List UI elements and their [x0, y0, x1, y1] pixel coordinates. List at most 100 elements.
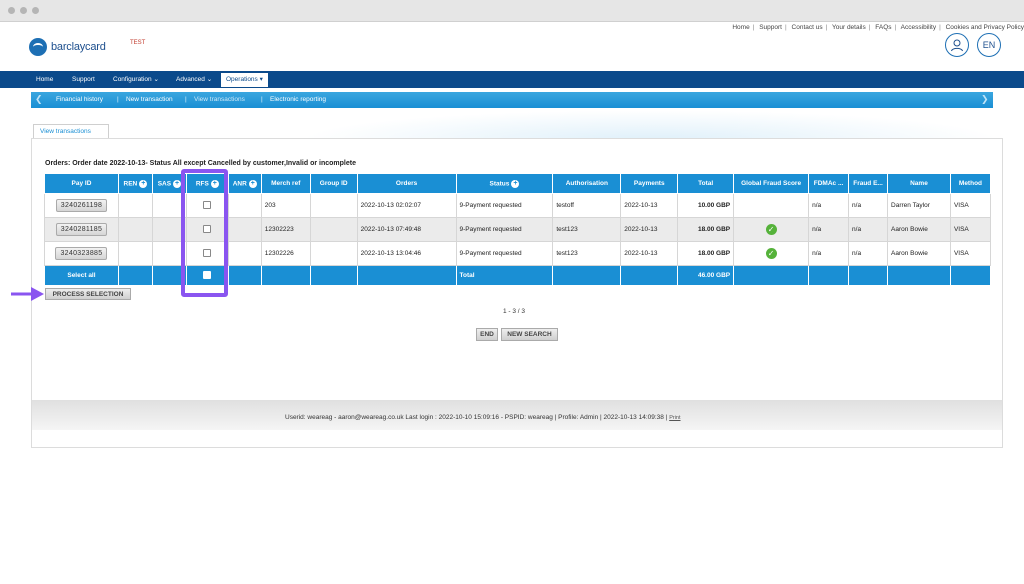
- payments-cell: 2022-10-13: [620, 193, 679, 218]
- top-link-cookies[interactable]: Cookies and Privacy Policy: [946, 24, 1024, 31]
- pager-text: 1 - 3 / 3: [503, 308, 526, 315]
- total-cell: 18.00 GBP: [677, 217, 735, 242]
- col-merch-ref[interactable]: Merch ref: [260, 173, 311, 194]
- subnav-prev-icon[interactable]: ❮: [35, 94, 43, 105]
- pay-id-cell: 3240281185: [44, 217, 119, 242]
- col-sas-label: SAS: [157, 180, 172, 188]
- pay-id-cell: 3240261198: [44, 193, 119, 218]
- orders-cell: 2022-10-13 07:49:48: [356, 217, 457, 242]
- fdmac-cell: n/a: [808, 193, 850, 218]
- brand-logo[interactable]: barclaycard: [29, 37, 106, 57]
- col-global-fraud-score[interactable]: Global Fraud Score: [733, 173, 810, 194]
- top-link-accessibility[interactable]: Accessibility: [901, 24, 936, 31]
- col-authorisation[interactable]: Authorisation: [552, 173, 622, 194]
- select-all-link[interactable]: Select all: [44, 265, 119, 286]
- ren-cell: [117, 193, 153, 218]
- plus-icon[interactable]: +: [248, 179, 257, 188]
- footer-status-bar: Userid: weareag - aaron@weareag.co.uk La…: [32, 400, 1002, 430]
- user-icon: [951, 39, 963, 52]
- sub-nav: ❮ Financial history | New transaction | …: [31, 92, 993, 108]
- nav-configuration[interactable]: Configuration ⌄: [108, 71, 164, 88]
- col-ren-label: REN: [123, 180, 138, 188]
- col-fraud-expert[interactable]: Fraud E...: [848, 173, 889, 194]
- col-name[interactable]: Name: [887, 173, 951, 194]
- status-cell: 9-Payment requested: [455, 241, 554, 266]
- ren-cell: [117, 217, 153, 242]
- nav-advanced[interactable]: Advanced ⌄: [171, 71, 217, 88]
- plus-icon[interactable]: +: [139, 179, 148, 188]
- top-link-faqs[interactable]: FAQs: [875, 24, 891, 31]
- col-ren[interactable]: REN +: [117, 173, 153, 194]
- subnav-new-transaction[interactable]: New transaction: [126, 92, 173, 108]
- group-id-cell: [309, 241, 358, 266]
- payments-cell: 2022-10-13: [620, 217, 679, 242]
- end-button[interactable]: END: [476, 328, 498, 341]
- process-selection-button[interactable]: PROCESS SELECTION: [45, 288, 131, 300]
- total-label: Total: [455, 265, 554, 286]
- col-payments[interactable]: Payments: [620, 173, 679, 194]
- window-zoom-dot[interactable]: [32, 7, 39, 14]
- subnav-next-icon[interactable]: ❯: [981, 94, 989, 105]
- col-anr[interactable]: ANR +: [227, 173, 262, 194]
- arrow-right-annotation-icon: [11, 287, 44, 301]
- brand-name: barclaycard: [51, 41, 106, 53]
- user-profile-button[interactable]: [945, 33, 969, 57]
- anr-cell: [227, 193, 262, 218]
- plus-icon[interactable]: +: [173, 179, 182, 188]
- total-cell: 18.00 GBP: [677, 241, 735, 266]
- grand-total-value: 46.00 GBP: [677, 265, 735, 286]
- subnav-view-transactions[interactable]: View transactions: [194, 92, 245, 108]
- browser-chrome: [0, 0, 1024, 22]
- pay-id-button[interactable]: 3240261198: [55, 199, 108, 212]
- subnav-financial-history[interactable]: Financial history: [56, 92, 103, 108]
- fraud-score-cell: ✓: [733, 241, 810, 266]
- new-search-button[interactable]: NEW SEARCH: [501, 328, 558, 341]
- subnav-electronic-reporting[interactable]: Electronic reporting: [270, 92, 326, 108]
- tab-view-transactions[interactable]: View transactions: [33, 124, 109, 138]
- authorisation-cell: test123: [552, 241, 622, 266]
- top-link-contact[interactable]: Contact us: [792, 24, 823, 31]
- col-fdmac[interactable]: FDMAc ...: [808, 173, 850, 194]
- merch-ref-cell: 12302226: [260, 241, 311, 266]
- method-cell: VISA: [949, 217, 992, 242]
- nav-operations[interactable]: Operations ▾: [221, 73, 268, 87]
- name-cell: Darren Taylor: [887, 193, 951, 218]
- print-link[interactable]: Print: [669, 415, 680, 421]
- col-status-label: Status: [489, 180, 510, 188]
- fraud-expert-cell: n/a: [848, 217, 889, 242]
- top-link-home[interactable]: Home: [732, 24, 749, 31]
- window-close-dot[interactable]: [8, 7, 15, 14]
- pay-id-button[interactable]: 3240323885: [55, 247, 108, 260]
- check-circle-icon: ✓: [765, 248, 777, 259]
- col-anr-label: ANR: [232, 180, 247, 188]
- env-badge: TEST: [130, 40, 146, 46]
- orders-title: Orders: Order date 2022-10-13- Status Al…: [45, 160, 356, 167]
- nav-support[interactable]: Support: [67, 71, 100, 88]
- top-link-details[interactable]: Your details: [832, 24, 866, 31]
- col-status[interactable]: Status +: [455, 173, 554, 194]
- plus-icon[interactable]: +: [511, 179, 520, 188]
- col-group-id[interactable]: Group ID: [309, 173, 358, 194]
- top-links: Home | Support | Contact us | Your details |…: [732, 24, 1024, 31]
- rfs-highlight-annotation: [181, 169, 228, 297]
- group-id-cell: [309, 193, 358, 218]
- check-circle-icon: ✓: [765, 224, 777, 235]
- col-method[interactable]: Method: [949, 173, 992, 194]
- merch-ref-cell: 12302223: [260, 217, 311, 242]
- top-link-support[interactable]: Support: [759, 24, 782, 31]
- name-cell: Aaron Bowie: [887, 217, 951, 242]
- col-total[interactable]: Total: [677, 173, 735, 194]
- payments-cell: 2022-10-13: [620, 241, 679, 266]
- footer-status-text: Userid: weareag - aaron@weareag.co.uk La…: [285, 414, 668, 421]
- method-cell: VISA: [949, 241, 992, 266]
- anr-cell: [227, 241, 262, 266]
- col-pay-id[interactable]: Pay ID: [44, 173, 119, 194]
- orders-cell: 2022-10-13 02:02:07: [356, 193, 457, 218]
- merch-ref-cell: 203: [260, 193, 311, 218]
- col-orders[interactable]: Orders: [356, 173, 457, 194]
- window-minimize-dot[interactable]: [20, 7, 27, 14]
- language-button[interactable]: EN: [977, 33, 1001, 57]
- pay-id-button[interactable]: 3240281185: [55, 223, 108, 236]
- nav-home[interactable]: Home: [31, 71, 58, 88]
- main-nav: Home Support Configuration ⌄ Advanced ⌄ …: [0, 71, 1024, 88]
